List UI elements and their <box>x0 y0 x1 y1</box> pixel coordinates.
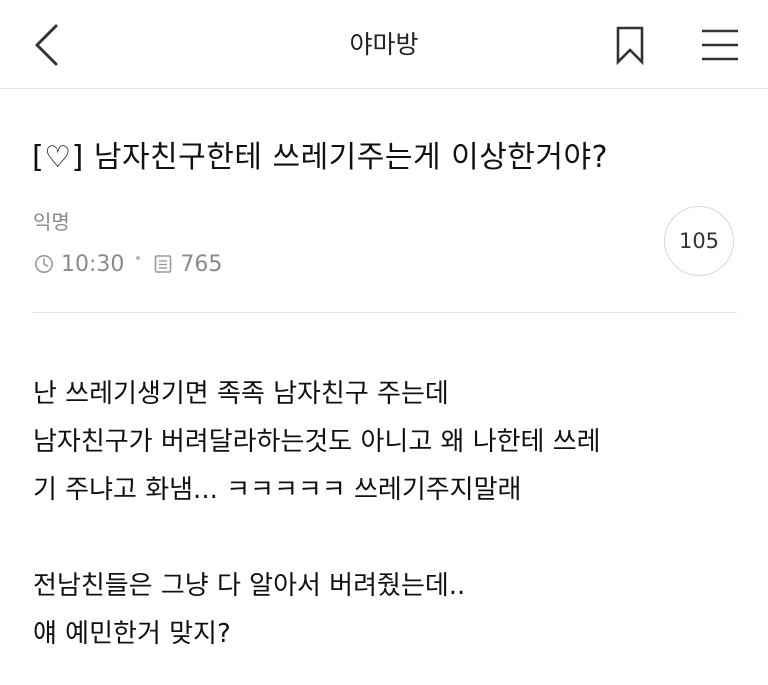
post-title: [♡] 남자친구한테 쓰레기주는게 이상한거야? <box>32 140 609 175</box>
bookmark-button[interactable] <box>606 20 654 70</box>
post-body-line: 얘 예민한거 맞지? <box>33 619 231 649</box>
hamburger-menu-icon <box>702 29 738 61</box>
post-time: 10:30 <box>61 251 125 277</box>
post-body-line: 난 쓰레기생기면 족족 남자친구 주는데 <box>33 379 449 409</box>
view-count-icon <box>152 253 174 275</box>
post-views: 765 <box>180 251 223 277</box>
post-body: 난 쓰레기생기면 족족 남자친구 주는데 남자친구가 버려달라하는것도 아니고 … <box>33 370 743 658</box>
post-body-line: 기 주냐고 화냄... ㅋㅋㅋㅋㅋ 쓰레기주지말래 <box>33 475 522 505</box>
clock-icon <box>33 253 55 275</box>
post-author: 익명 <box>33 210 70 234</box>
bookmark-icon <box>616 26 644 65</box>
post-body-line: 전남친들은 그냥 다 알아서 버려줬는데.. <box>33 571 466 601</box>
paragraph-break <box>33 514 743 562</box>
comment-count-button[interactable]: 105 <box>664 206 734 276</box>
meta-separator <box>136 256 141 260</box>
post-body-line: 남자친구가 버려달라하는것도 아니고 왜 나한테 쓰레 <box>33 427 601 457</box>
post-meta: 10:30 765 <box>33 250 222 278</box>
top-app-bar: 야마방 <box>0 0 768 89</box>
menu-button[interactable] <box>694 20 746 70</box>
divider <box>33 312 737 313</box>
